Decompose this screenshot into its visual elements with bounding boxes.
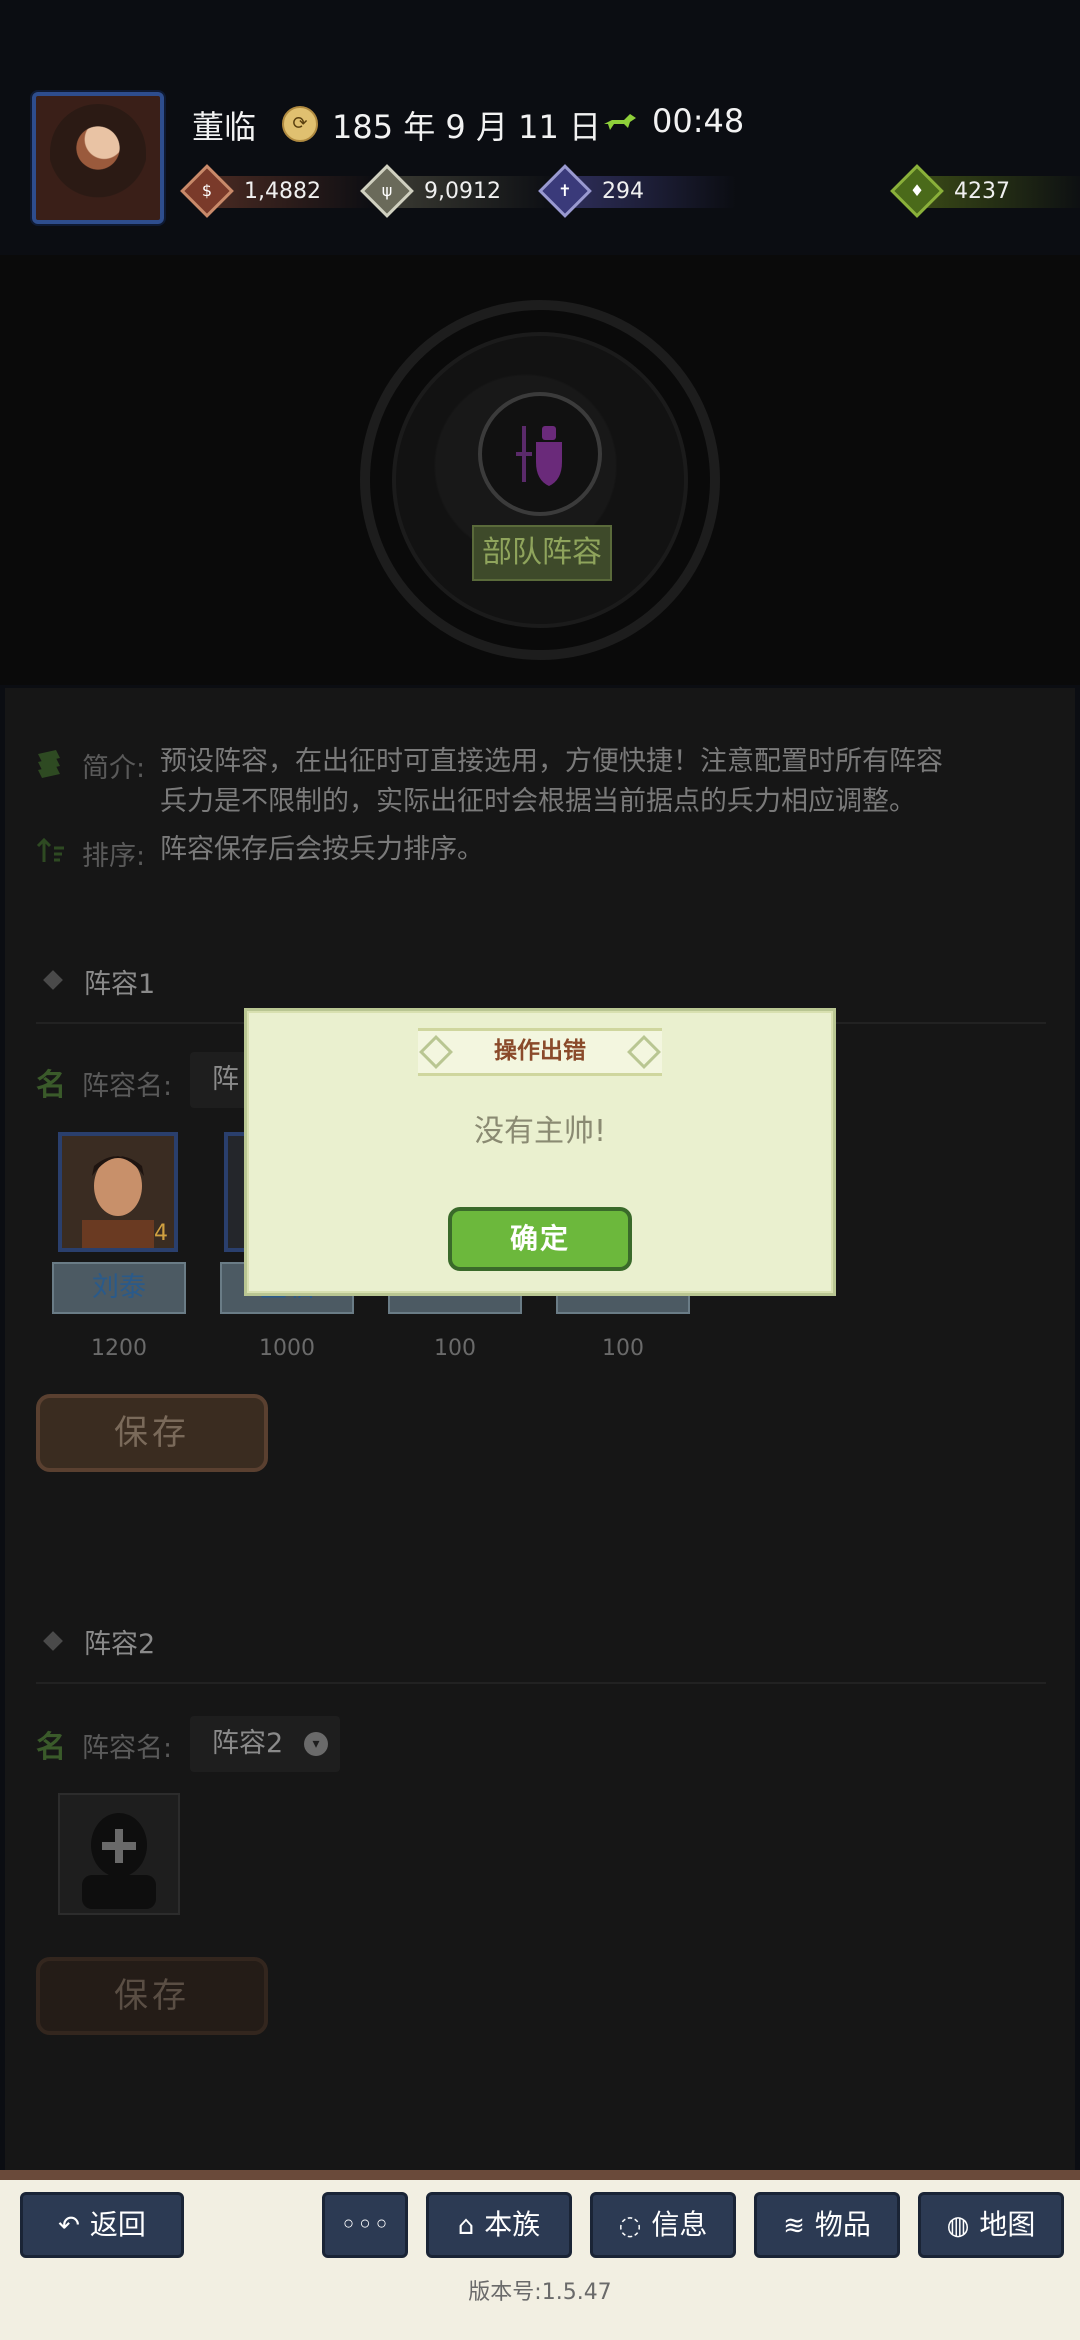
messages-button[interactable]: ◌ 信息 [590,2192,736,2258]
more-icon: ◦◦◦ [340,2208,390,2241]
map-label: 地图 [979,2208,1036,2241]
clan-label: 本族 [484,2208,541,2241]
more-button[interactable]: ◦◦◦ [322,2192,408,2258]
bottom-bar-border [0,2170,1080,2180]
items-icon: ≋ [783,2211,805,2241]
message-icon: ◌ [618,2211,642,2241]
dialog-title: 操作出错 [494,1038,586,1064]
items-button[interactable]: ≋ 物品 [754,2192,900,2258]
back-label: 返回 [89,2208,146,2241]
confirm-button[interactable]: 确定 [448,1207,632,1271]
version-label: 版本号:1.5.47 [468,2280,612,2305]
back-button[interactable]: ↶ 返回 [20,2192,184,2258]
messages-label: 信息 [651,2208,708,2241]
dialog-message: 没有主帅! [473,1114,607,1149]
map-button[interactable]: ◍ 地图 [918,2192,1064,2258]
map-icon: ◍ [946,2211,970,2241]
clan-button[interactable]: ⌂ 本族 [426,2192,572,2258]
clan-icon: ⌂ [457,2211,475,2241]
items-label: 物品 [814,2208,871,2241]
back-icon: ↶ [58,2211,80,2241]
